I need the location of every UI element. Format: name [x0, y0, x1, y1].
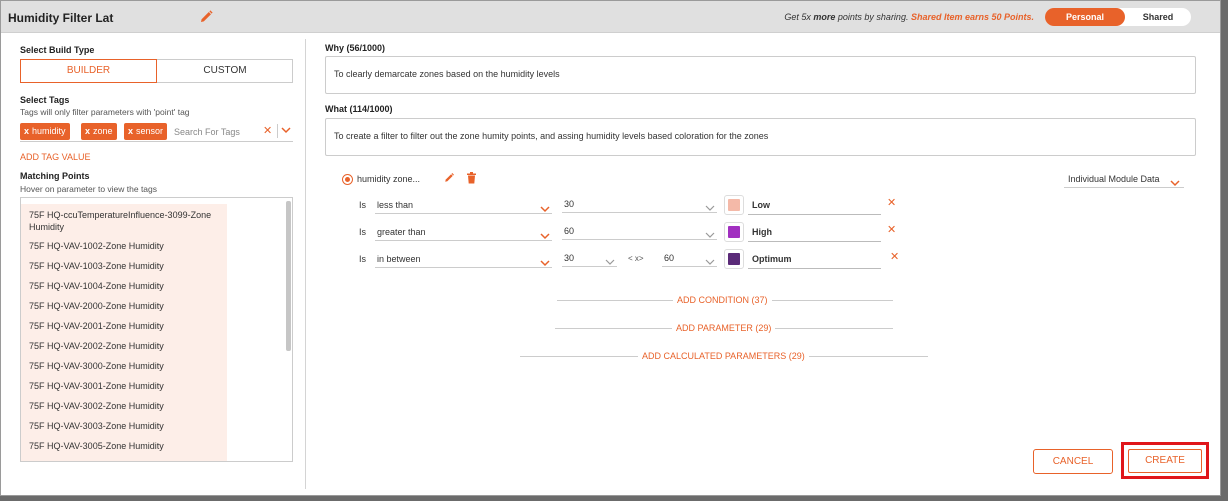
- color-swatch-fill: [728, 226, 740, 238]
- select-tags-label: Select Tags: [20, 95, 70, 105]
- list-item[interactable]: 75F HQ-VAV-3005-Zone Humidity: [29, 440, 219, 452]
- chevron-down-icon[interactable]: [281, 126, 291, 137]
- chevron-down-icon: [705, 227, 715, 245]
- operator-select[interactable]: in between: [375, 250, 552, 268]
- delete-filter-trash-icon[interactable]: [466, 172, 477, 187]
- chevron-down-icon: [1170, 175, 1180, 193]
- custom-option[interactable]: CUSTOM: [157, 60, 293, 82]
- color-swatch-fill: [728, 253, 740, 265]
- value-max-select[interactable]: 60: [662, 249, 717, 267]
- color-swatch[interactable]: [724, 195, 744, 215]
- list-item[interactable]: 75F HQ-VAV-1002-Zone Humidity: [29, 240, 219, 252]
- condition-is-label: Is: [359, 200, 367, 210]
- edit-filter-pencil-icon[interactable]: [443, 172, 455, 187]
- list-item[interactable]: 75F HQ-VAV-3003-Zone Humidity: [29, 420, 219, 432]
- operator-select[interactable]: less than: [375, 196, 552, 214]
- condition-is-label: Is: [359, 227, 367, 237]
- remove-tag-icon[interactable]: x: [24, 126, 29, 136]
- matching-points-hint: Hover on parameter to view the tags: [20, 184, 158, 194]
- operator-select[interactable]: greater than: [375, 223, 552, 241]
- add-condition-link[interactable]: ADD CONDITION (37): [673, 295, 772, 305]
- remove-condition-icon[interactable]: ✕: [887, 223, 896, 236]
- condition-label-field[interactable]: Low: [748, 195, 881, 215]
- list-item[interactable]: 75F HQ-VAV-2001-Zone Humidity: [29, 320, 219, 332]
- module-data-select[interactable]: Individual Module Data: [1064, 170, 1184, 188]
- tag-search-input[interactable]: [174, 124, 262, 140]
- what-textarea[interactable]: To create a filter to filter out the zon…: [325, 118, 1196, 156]
- add-parameter-link[interactable]: ADD PARAMETER (29): [672, 323, 776, 333]
- condition-is-label: Is: [359, 254, 367, 264]
- what-label: What (114/1000): [325, 104, 393, 114]
- edit-title-pencil-icon[interactable]: [198, 9, 214, 25]
- create-button[interactable]: CREATE: [1128, 449, 1202, 473]
- add-tag-value-link[interactable]: ADD TAG VALUE: [20, 152, 91, 162]
- chevron-down-icon: [705, 200, 715, 218]
- remove-condition-icon[interactable]: ✕: [890, 250, 899, 263]
- remove-tag-icon[interactable]: x: [128, 126, 133, 136]
- condition-label-field[interactable]: Optimum: [748, 249, 881, 269]
- list-item[interactable]: 75F HQ-VAV-2000-Zone Humidity: [29, 300, 219, 312]
- select-tags-hint: Tags will only filter parameters with 'p…: [20, 107, 190, 117]
- chevron-down-icon: [705, 254, 715, 272]
- builder-option[interactable]: BUILDER: [20, 59, 157, 83]
- value-min-select[interactable]: 30: [562, 249, 617, 267]
- why-textarea[interactable]: To clearly demarcate zones based on the …: [325, 56, 1196, 94]
- build-type-label: Select Build Type: [20, 45, 95, 55]
- why-label: Why (56/1000): [325, 43, 386, 53]
- toggle-shared[interactable]: Shared: [1125, 8, 1191, 26]
- list-item[interactable]: 75F HQ-VAV-3001-Zone Humidity: [29, 380, 219, 392]
- share-promo-text: Get 5x more points by sharing. Shared It…: [784, 12, 1034, 22]
- list-item[interactable]: 75F HQ-VAV-2002-Zone Humidity: [29, 340, 219, 352]
- list-item[interactable]: 75F HQ-VAV-3000-Zone Humidity: [29, 360, 219, 372]
- visibility-toggle: Personal Shared: [1045, 8, 1191, 26]
- list-item[interactable]: 75F HQ-VAV-1004-Zone Humidity: [29, 280, 219, 292]
- filter-name: humidity zone...: [357, 174, 421, 184]
- tag-separator: [277, 124, 278, 138]
- page-title: Humidity Filter Lat: [8, 11, 114, 25]
- remove-tag-icon[interactable]: x: [85, 126, 90, 136]
- tag-chip[interactable]: x sensor: [124, 123, 168, 140]
- list-scrollbar-thumb[interactable]: [286, 201, 291, 351]
- remove-condition-icon[interactable]: ✕: [887, 196, 896, 209]
- chevron-down-icon: [540, 228, 550, 246]
- list-item[interactable]: 75F HQ-VAV-3002-Zone Humidity: [29, 400, 219, 412]
- tag-chip[interactable]: x zone: [81, 123, 117, 140]
- filter-radio[interactable]: [342, 174, 353, 185]
- matching-points-label: Matching Points: [20, 171, 90, 181]
- tag-selector: xhumidity xzone xsensor ✕: [20, 122, 293, 142]
- value-select[interactable]: 30: [562, 195, 717, 213]
- value-select[interactable]: 60: [562, 222, 717, 240]
- toggle-personal[interactable]: Personal: [1045, 8, 1125, 26]
- chevron-down-icon: [540, 201, 550, 219]
- color-swatch-fill: [728, 199, 740, 211]
- panel-divider: [305, 39, 306, 489]
- chevron-down-icon: [605, 254, 615, 272]
- header-bar: Humidity Filter Lat Get 5x more points b…: [1, 1, 1220, 33]
- list-item[interactable]: 75F HQ-ccuTemperatureInfluence-3099-Zone…: [29, 209, 219, 233]
- filter-builder-window: Humidity Filter Lat Get 5x more points b…: [0, 0, 1221, 496]
- tag-chip[interactable]: x humidity: [20, 123, 70, 140]
- matching-points-list: 75F HQ-ccuTemperatureInfluence-3099-Zone…: [20, 197, 293, 462]
- chevron-down-icon: [540, 255, 550, 273]
- color-swatch[interactable]: [724, 222, 744, 242]
- color-swatch[interactable]: [724, 249, 744, 269]
- condition-label-field[interactable]: High: [748, 222, 881, 242]
- list-item[interactable]: 75F HQ-VAV-1003-Zone Humidity: [29, 260, 219, 272]
- cancel-button[interactable]: CANCEL: [1033, 449, 1113, 474]
- clear-tags-icon[interactable]: ✕: [263, 124, 272, 137]
- add-calculated-parameters-link[interactable]: ADD CALCULATED PARAMETERS (29): [638, 351, 809, 361]
- build-type-selector: BUILDER CUSTOM: [20, 59, 293, 83]
- between-symbol: < x>: [628, 254, 644, 263]
